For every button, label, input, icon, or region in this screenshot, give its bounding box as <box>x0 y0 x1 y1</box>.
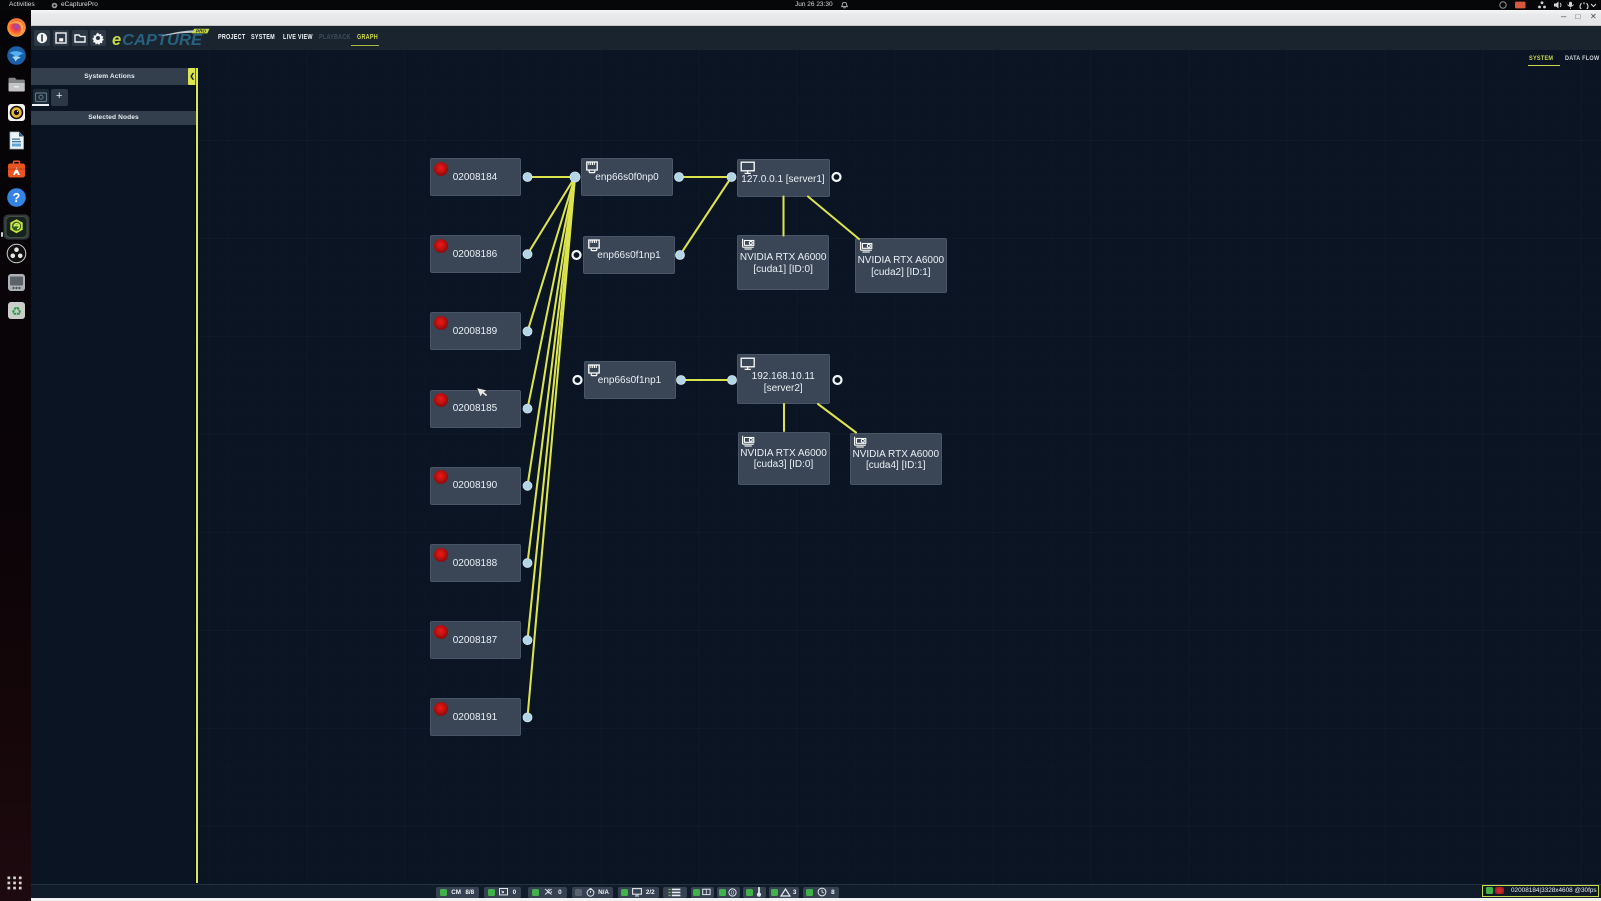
svg-text:?: ? <box>12 191 20 205</box>
svg-text:♻: ♻ <box>11 305 22 319</box>
svg-text:PRO: PRO <box>196 29 206 34</box>
svg-text:CAPTURE: CAPTURE <box>122 32 203 49</box>
svg-text:e: e <box>112 31 121 49</box>
svg-text:0: 0 <box>731 890 734 896</box>
